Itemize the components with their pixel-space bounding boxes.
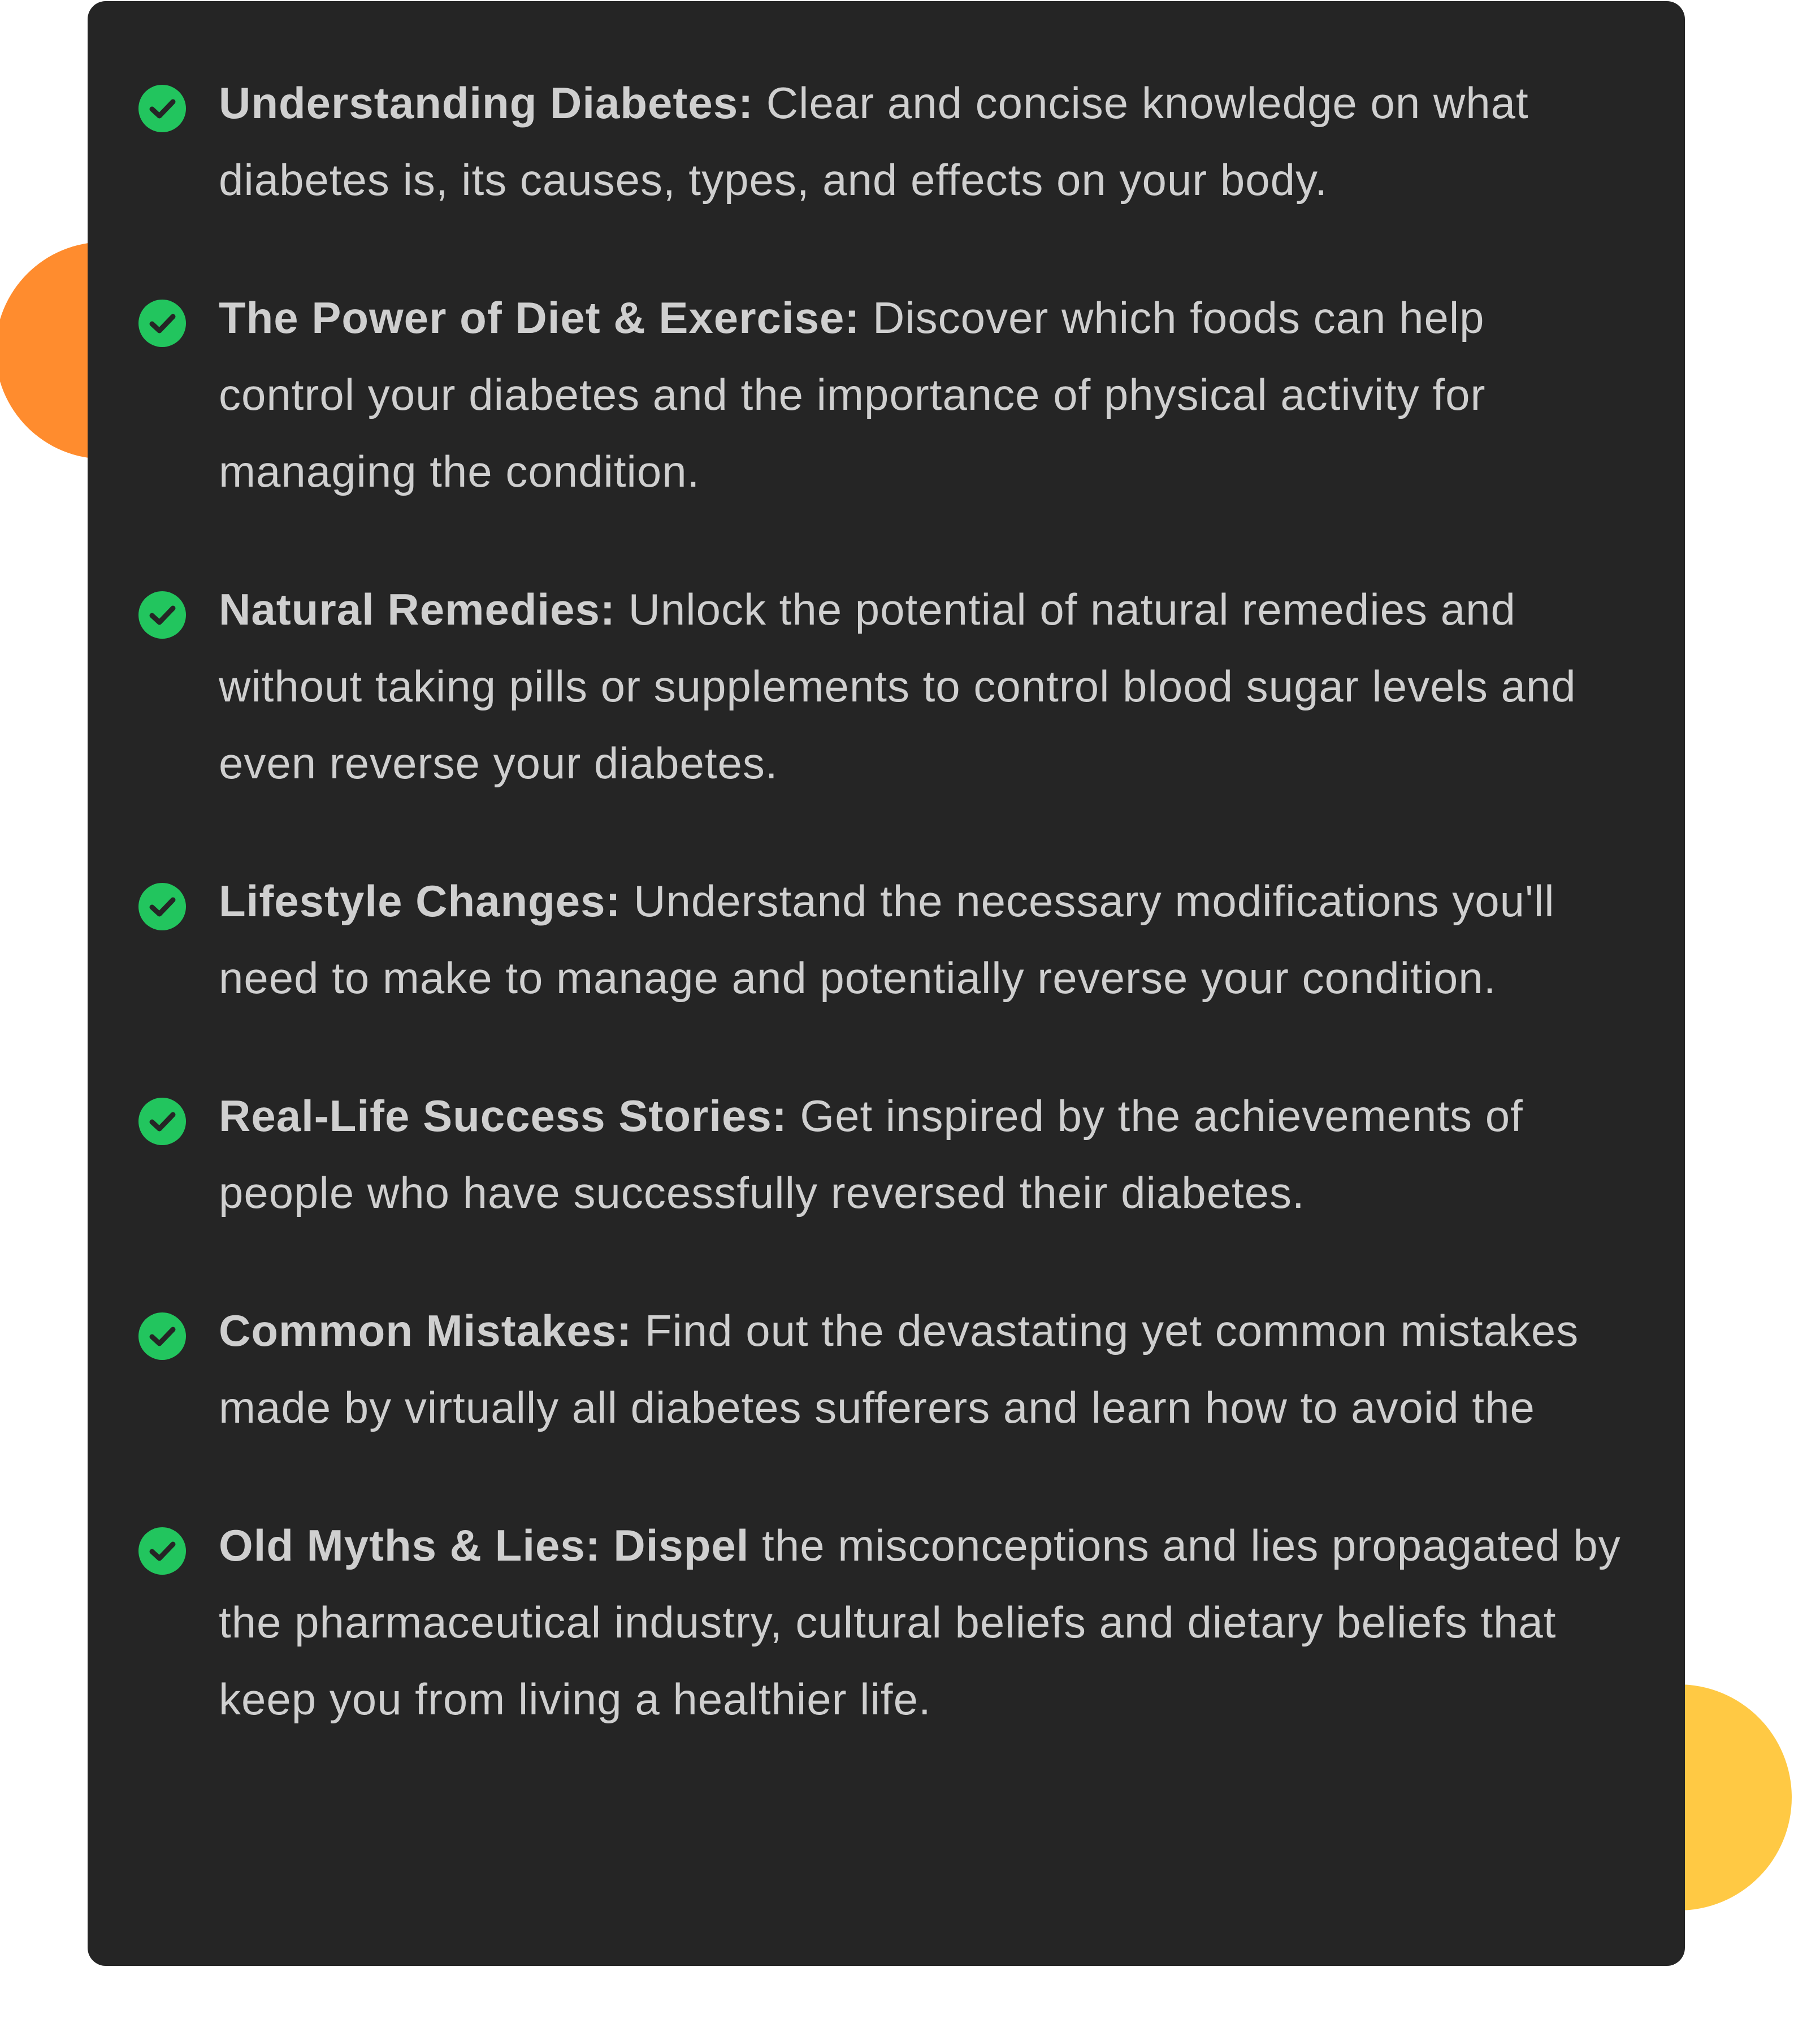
feature-list: Understanding Diabetes: Clear and concis… [138, 64, 1631, 1799]
feature-item-lifestyle-changes: Lifestyle Changes: Understand the necess… [138, 863, 1631, 1016]
check-circle-icon [138, 1312, 186, 1360]
feature-title: Natural Remedies: [219, 584, 616, 634]
feature-item-diet-exercise: The Power of Diet & Exercise: Discover w… [138, 279, 1631, 510]
check-circle-icon [138, 591, 186, 639]
feature-title: Real-Life Success Stories: [219, 1091, 787, 1141]
check-circle-icon [138, 300, 186, 347]
feature-item-common-mistakes: Common Mistakes: Find out the devastatin… [138, 1292, 1631, 1446]
check-circle-icon [138, 1098, 186, 1145]
features-card: Understanding Diabetes: Clear and concis… [88, 1, 1685, 1966]
check-circle-icon [138, 85, 186, 132]
feature-item-natural-remedies: Natural Remedies: Unlock the potential o… [138, 571, 1631, 801]
check-circle-icon [138, 883, 186, 930]
feature-title: The Power of Diet & Exercise: [219, 293, 860, 343]
feature-item-myths-lies: Old Myths & Lies: Dispel the misconcepti… [138, 1507, 1631, 1738]
feature-title: Old Myths & Lies: Dispel [219, 1520, 749, 1570]
feature-title: Lifestyle Changes: [219, 876, 621, 926]
feature-item-success-stories: Real-Life Success Stories: Get inspired … [138, 1077, 1631, 1231]
feature-title: Common Mistakes: [219, 1306, 632, 1355]
feature-item-understanding-diabetes: Understanding Diabetes: Clear and concis… [138, 64, 1631, 218]
check-circle-icon [138, 1527, 186, 1575]
feature-title: Understanding Diabetes: [219, 78, 754, 128]
